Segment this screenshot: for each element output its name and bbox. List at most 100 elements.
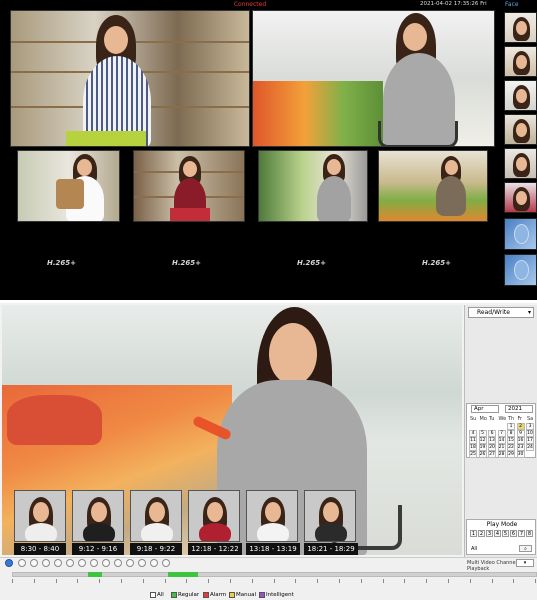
year-select[interactable]: 2021 <box>505 405 533 413</box>
checkbox-icon <box>150 592 156 598</box>
channel-number-button[interactable]: 8 <box>526 530 533 537</box>
timeline-tick <box>339 579 340 583</box>
channel-number-button[interactable]: 6 <box>510 530 517 537</box>
date-calendar: Apr 2021 Su Mo Tu We Th Fr Sa 1 2 3 4 5 6 7 8 9 10 11 12 1… <box>466 403 536 458</box>
legend-regular[interactable]: Regular <box>171 592 199 598</box>
channel-number-button[interactable]: 7 <box>518 530 525 537</box>
channel-number-button[interactable]: 5 <box>502 530 509 537</box>
legend-intelligent[interactable]: Intelligent <box>259 592 294 598</box>
calendar-day[interactable]: 18 <box>469 444 477 451</box>
play-mode-all[interactable]: All <box>471 546 477 552</box>
camera-view-4[interactable] <box>133 150 245 222</box>
calendar-day[interactable]: 8 <box>507 430 515 437</box>
play-button[interactable] <box>5 559 13 567</box>
calendar-day[interactable]: 17 <box>526 437 534 444</box>
calendar-day[interactable]: 9 <box>516 430 525 437</box>
frame-step-button[interactable] <box>78 559 86 567</box>
weekday-label: We <box>498 416 507 422</box>
camera-view-6[interactable] <box>378 150 488 222</box>
legend-manual[interactable]: Manual <box>229 592 256 598</box>
channel-number-button[interactable]: 3 <box>486 530 493 537</box>
calendar-day[interactable]: 13 <box>488 437 496 444</box>
camera-view-2[interactable] <box>252 10 495 147</box>
calendar-day[interactable]: 29 <box>507 451 515 458</box>
calendar-day[interactable]: 3 <box>526 423 534 430</box>
chevron-down-icon: ▾ <box>527 309 531 316</box>
stop-button[interactable] <box>30 559 38 567</box>
timeline-tick <box>186 579 188 583</box>
clip-button[interactable] <box>114 559 122 567</box>
face-template-thumb[interactable] <box>504 254 537 286</box>
calendar-day[interactable]: 19 <box>478 444 487 451</box>
camera-view-5[interactable] <box>258 150 368 222</box>
face-capture-thumb[interactable] <box>504 114 537 145</box>
face-capture-thumb[interactable] <box>504 148 537 179</box>
event-thumbnail[interactable] <box>246 490 298 542</box>
event-thumbnail[interactable] <box>72 490 124 542</box>
timeline-tick <box>360 579 362 583</box>
pause-button[interactable] <box>18 559 26 567</box>
event-thumbnail[interactable] <box>188 490 240 542</box>
legend-all[interactable]: All <box>150 592 164 598</box>
calendar-day[interactable]: 20 <box>488 444 496 451</box>
calendar-day <box>479 423 487 430</box>
channel-number-button[interactable]: 2 <box>478 530 485 537</box>
face-capture-thumb[interactable] <box>504 182 537 213</box>
calendar-day[interactable]: 14 <box>497 437 506 444</box>
backup-button[interactable] <box>162 559 170 567</box>
timeline-segment-regular[interactable] <box>168 572 198 577</box>
timeline-tick <box>317 579 319 583</box>
calendar-day[interactable]: 26 <box>478 451 487 458</box>
calendar-day[interactable]: 24 <box>526 444 534 451</box>
face-capture-thumb[interactable] <box>504 12 537 43</box>
event-time-label: 8:30 - 8:40 <box>14 543 66 555</box>
calendar-day[interactable]: 12 <box>478 437 487 444</box>
timeline-tick <box>491 579 493 583</box>
timeline-segment-regular[interactable] <box>88 572 102 577</box>
calendar-day[interactable]: 1 <box>507 423 515 430</box>
event-thumbnail[interactable] <box>130 490 182 542</box>
rewind-button[interactable] <box>42 559 50 567</box>
channel-number-button[interactable]: 4 <box>494 530 501 537</box>
checkbox-icon <box>203 592 209 598</box>
mode-select[interactable]: Read/Write ▾ <box>468 307 534 318</box>
legend-alarm[interactable]: Alarm <box>203 592 226 598</box>
calendar-day[interactable]: 16 <box>516 437 525 444</box>
weekday-label: Tu <box>489 416 495 422</box>
slow-button[interactable] <box>66 559 74 567</box>
camera-view-3[interactable] <box>17 150 120 222</box>
calendar-day[interactable]: 2 <box>516 423 525 430</box>
fast-forward-button[interactable] <box>54 559 62 567</box>
calendar-day[interactable]: 30 <box>516 451 525 458</box>
fullscreen-button[interactable] <box>138 559 146 567</box>
calendar-day[interactable]: 4 <box>469 430 477 437</box>
month-select[interactable]: Apr <box>471 405 499 413</box>
calendar-day[interactable]: 6 <box>488 430 496 437</box>
calendar-day[interactable]: 21 <box>497 444 506 451</box>
timeline-zoom-select[interactable]: ▾ <box>516 559 534 567</box>
event-thumbnail[interactable] <box>14 490 66 542</box>
timeline-tick <box>208 579 210 583</box>
zoom-button[interactable] <box>126 559 134 567</box>
calendar-day[interactable]: 5 <box>478 430 487 437</box>
face-capture-thumb[interactable] <box>504 80 537 111</box>
calendar-day[interactable]: 15 <box>507 437 515 444</box>
calendar-day[interactable]: 7 <box>497 430 506 437</box>
channel-number-button[interactable]: 1 <box>470 530 477 537</box>
split-button[interactable] <box>150 559 158 567</box>
calendar-day[interactable]: 11 <box>469 437 477 444</box>
calendar-day[interactable]: 10 <box>526 430 534 437</box>
camera-view-1[interactable] <box>10 10 250 147</box>
face-capture-thumb[interactable] <box>504 46 537 77</box>
calendar-day[interactable]: 25 <box>469 451 477 458</box>
calendar-day[interactable]: 28 <box>497 451 506 458</box>
face-template-thumb[interactable] <box>504 218 537 250</box>
event-time-label: 12:18 - 12:22 <box>188 543 242 555</box>
volume-button[interactable] <box>90 559 98 567</box>
calendar-day[interactable]: 23 <box>516 444 525 451</box>
event-thumbnail[interactable] <box>304 490 356 542</box>
calendar-day[interactable]: 27 <box>488 451 496 458</box>
snapshot-button[interactable] <box>102 559 110 567</box>
search-button[interactable]: ⌕ <box>519 545 532 552</box>
calendar-day[interactable]: 22 <box>507 444 515 451</box>
